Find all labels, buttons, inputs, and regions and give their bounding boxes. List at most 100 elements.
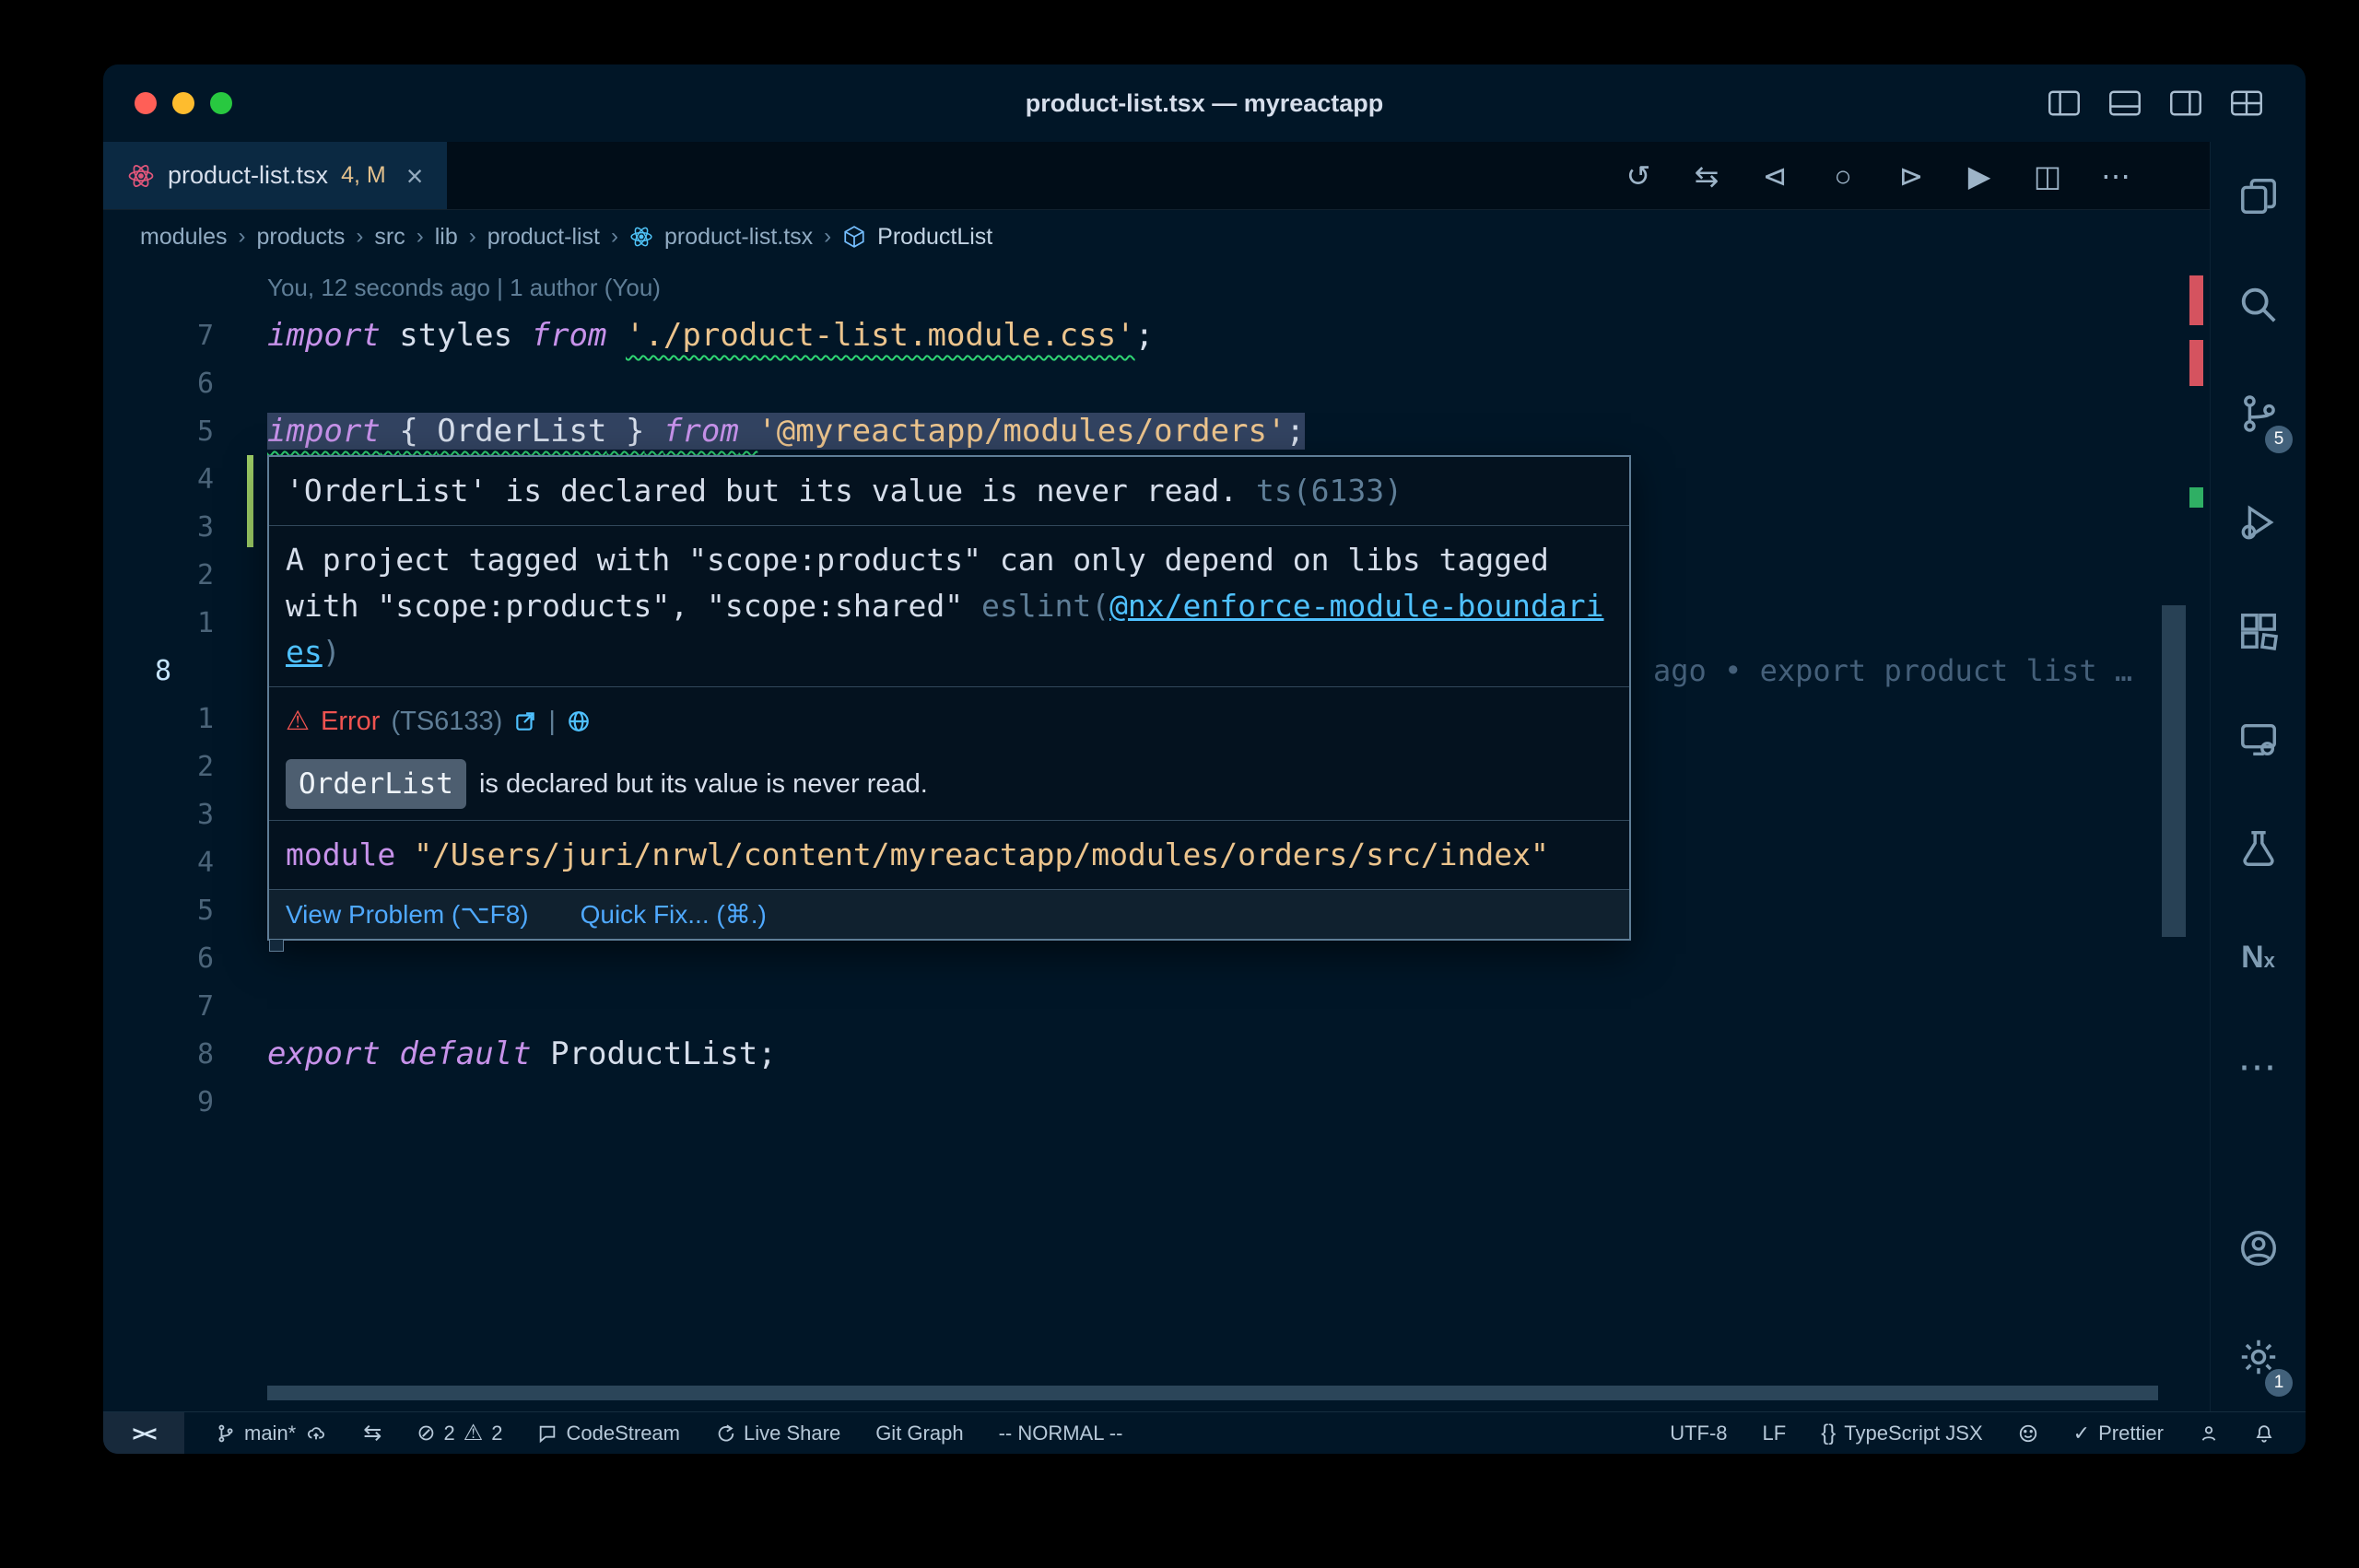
editor-layout-icon[interactable] [2230,90,2263,116]
breadcrumb-item[interactable]: src [374,224,405,251]
source-control-badge: 5 [2265,426,2293,453]
warning-triangle-icon: ⚠ [464,1420,484,1446]
extensions-icon[interactable] [2211,577,2306,685]
error-description: is declared but its value is never read. [479,761,928,807]
code-row[interactable]: 5import { OrderList } from '@myreactapp/… [103,407,2210,455]
breadcrumb-file[interactable]: product-list.tsx [664,224,813,251]
breadcrumb-separator: › [611,224,618,250]
settings-badge: 1 [2265,1369,2293,1397]
remote-explorer-icon[interactable] [2211,685,2306,794]
code-row[interactable]: 6 [103,359,2210,407]
navigate-back-icon[interactable]: ⊲ [1755,158,1795,193]
prettier-item[interactable]: ✓ Prettier [2073,1422,2164,1445]
code-row[interactable]: 7import styles from './product-list.modu… [103,311,2210,359]
title-bar: product-list.tsx — myreactapp [103,64,2306,142]
branch-compare-icon[interactable]: ⇆ [363,1420,381,1446]
line-number: 3 [103,511,214,544]
line-number: 1 [103,607,214,639]
line-number: 1 [103,703,214,735]
accounts-icon[interactable] [2211,1194,2306,1303]
notifications-bell-icon[interactable] [2254,1423,2274,1444]
vertical-scrollbar[interactable] [2162,605,2186,937]
breadcrumb-item[interactable]: products [257,224,346,251]
line-number: 3 [103,799,214,831]
toggle-sidebar-right-icon[interactable] [2169,90,2202,116]
module-path-line: module "/Users/juri/nrwl/content/myreact… [269,820,1629,889]
settings-gear-icon[interactable]: 1 [2211,1303,2306,1411]
live-share-item[interactable]: Live Share [715,1422,840,1445]
horizontal-scrollbar[interactable] [267,1386,2158,1400]
breadcrumb-symbol[interactable]: ProductList [877,224,992,251]
breadcrumb-item[interactable]: modules [140,224,228,251]
comment-bubble-icon [537,1423,557,1444]
testing-beaker-icon[interactable] [2211,794,2306,903]
person-feedback-icon[interactable] [2199,1423,2219,1444]
code-row[interactable]: 9 [103,1078,2210,1126]
popup-resize-grip[interactable] [269,939,284,952]
run-and-debug-icon[interactable] [2211,468,2306,577]
react-icon [127,162,155,190]
gutter-change-indicator [247,455,253,547]
breadcrumb-item[interactable]: product-list [487,224,600,251]
share-icon [715,1423,735,1444]
code-row[interactable]: 8export default ProductList; [103,1030,2210,1078]
quick-fix-link[interactable]: Quick Fix... (⌘.) [581,899,767,930]
breadcrumb-separator: › [469,224,476,250]
gitlens-codelens[interactable]: You, 12 seconds ago | 1 author (You) [103,263,2210,311]
encoding-item[interactable]: UTF-8 [1670,1422,1727,1445]
breadcrumb-separator: › [417,224,424,250]
diagnostic-message: 'OrderList' is declared but its value is… [269,457,1629,525]
line-number: 9 [103,1086,214,1118]
navigate-forward-icon[interactable]: ⊳ [1891,158,1931,193]
codestream-item[interactable]: CodeStream [537,1422,680,1445]
code-editor[interactable]: You, 12 seconds ago | 1 author (You) 7im… [103,263,2210,1411]
tab-label: product-list.tsx [168,161,328,190]
code-row[interactable]: 6 [103,934,2210,982]
problems-item[interactable]: ⊘ 2 ⚠ 2 [417,1420,502,1446]
line-number: 2 [103,559,214,591]
source-control-icon[interactable]: 5 [2211,359,2306,468]
view-problem-link[interactable]: View Problem (⌥F8) [286,899,529,930]
error-code: (TS6133) [391,698,502,744]
toggle-sidebar-left-icon[interactable] [2048,90,2081,116]
nx-console-icon[interactable]: Nx [2211,903,2306,1012]
vim-mode-indicator: -- NORMAL -- [999,1422,1123,1445]
git-branch-item[interactable]: main* [216,1422,328,1445]
additional-views-icon[interactable]: ⋯ [2211,1012,2306,1120]
toggle-panel-icon[interactable] [2108,90,2142,116]
code-row[interactable]: 7 [103,982,2210,1030]
symbol-chip: OrderList [286,759,466,809]
more-actions-icon[interactable]: ⋯ [2095,158,2136,193]
cloud-upload-icon [304,1423,328,1444]
diagnostic-message: A project tagged with "scope:products" c… [269,525,1629,686]
explorer-icon[interactable] [2211,142,2306,251]
symbol-cube-icon [842,225,866,249]
feedback-smiley-icon[interactable] [2018,1423,2038,1444]
hover-diagnostics-popup: 'OrderList' is declared but its value is… [267,455,1631,941]
editor-actions: ↺ ⇆ ⊲ ○ ⊳ ▶ ◫ ⋯ [1618,142,2136,210]
breadcrumb-item[interactable]: lib [435,224,458,251]
git-graph-item[interactable]: Git Graph [875,1422,963,1445]
outline-circle-icon[interactable]: ○ [1823,159,1863,193]
split-editor-icon[interactable]: ◫ [2027,158,2068,193]
warning-triangle-icon: ⚠ [286,698,310,744]
error-label: Error [321,698,380,744]
open-changes-icon[interactable]: ⇆ [1686,158,1727,193]
line-number: 2 [103,751,214,783]
remote-indicator[interactable]: >< [103,1412,184,1454]
tab-product-list[interactable]: product-list.tsx 4, M × [103,142,447,209]
external-link-icon[interactable] [513,709,537,733]
line-number: 8 [103,655,214,687]
line-number: 4 [103,847,214,879]
tab-close-icon[interactable]: × [406,161,424,191]
code-line: import { OrderList } from '@myreactapp/m… [267,413,1305,450]
search-icon[interactable] [2211,251,2306,359]
overview-ruler-error-mark [2189,275,2203,325]
react-icon [629,225,653,249]
language-mode-item[interactable]: {} TypeScript JSX [1821,1421,1982,1446]
timeline-history-icon[interactable]: ↺ [1618,158,1659,193]
line-number: 7 [103,320,214,352]
globe-icon[interactable] [567,709,591,733]
run-file-icon[interactable]: ▶ [1959,158,2000,193]
eol-item[interactable]: LF [1763,1422,1787,1445]
